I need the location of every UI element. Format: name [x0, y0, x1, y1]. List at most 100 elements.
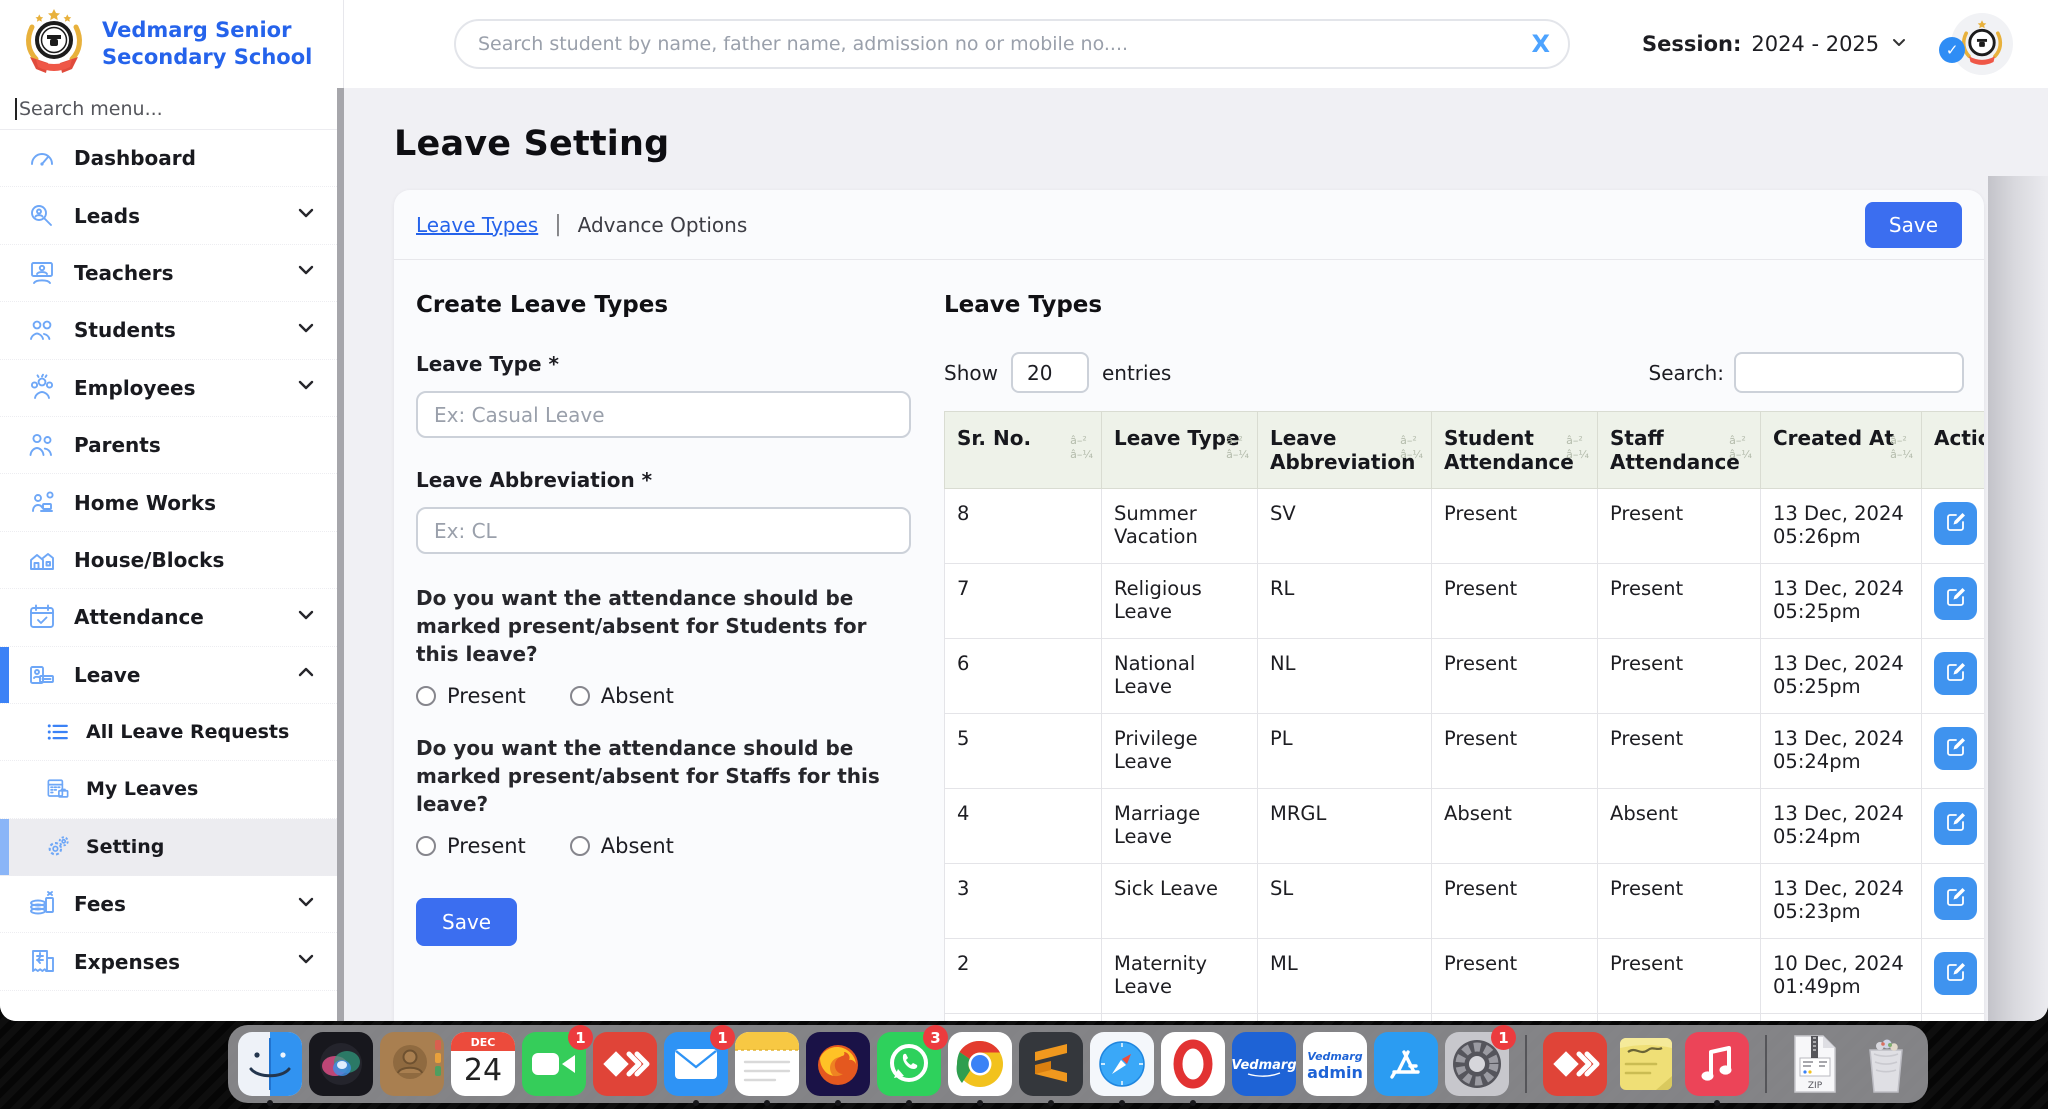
edit-button[interactable]: [1934, 802, 1977, 845]
sidebar-item-my-leaves[interactable]: My Leaves: [0, 761, 337, 818]
edit-button[interactable]: [1934, 502, 1977, 545]
dock-vedmarg-icon[interactable]: Vedmarg: [1232, 1032, 1296, 1096]
menu-search-input[interactable]: [19, 98, 322, 120]
sidebar-item-home-works[interactable]: Home Works: [0, 474, 337, 531]
dock-siri-icon[interactable]: [309, 1032, 373, 1096]
absent-label: Absent: [601, 684, 674, 708]
edit-button[interactable]: [1934, 952, 1977, 995]
dock-finder-icon[interactable]: [238, 1032, 302, 1096]
tab-advance-options[interactable]: Advance Options: [578, 213, 748, 237]
session-selector[interactable]: Session: 2024 - 2025: [1642, 32, 1909, 57]
edit-button[interactable]: [1934, 577, 1977, 620]
brand-area[interactable]: Vedmarg Senior Secondary School: [0, 0, 344, 88]
notification-badge: 1: [568, 1025, 593, 1050]
dock-chrome-icon[interactable]: [948, 1032, 1012, 1096]
dock-contacts-icon[interactable]: [380, 1032, 444, 1096]
students-absent-radio[interactable]: Absent: [570, 684, 674, 708]
column-header-staff-attendance[interactable]: Staff Attendanceâ–² â–¼: [1598, 412, 1761, 489]
chevron-down-icon[interactable]: [295, 374, 317, 401]
chevron-down-icon[interactable]: [295, 259, 317, 286]
student-search-bar[interactable]: X: [454, 19, 1570, 69]
sidebar-item-parents[interactable]: Parents: [0, 417, 337, 474]
tab-leave-types[interactable]: Leave Types: [416, 213, 538, 237]
sidebar-item-house-blocks[interactable]: House/Blocks: [0, 532, 337, 589]
dock-system-settings-icon[interactable]: 1: [1445, 1032, 1509, 1096]
dock-whatsapp-icon[interactable]: 3: [877, 1032, 941, 1096]
radio-circle-icon[interactable]: [570, 836, 590, 856]
sort-icon[interactable]: â–² â–¼: [1226, 434, 1249, 462]
chevron-up-icon[interactable]: [295, 661, 317, 688]
dock-red-utility-2-icon[interactable]: [1543, 1032, 1607, 1096]
sidebar-item-leads[interactable]: Leads: [0, 187, 337, 244]
dock-sublime-text-icon[interactable]: [1019, 1032, 1083, 1096]
column-header-student-attendance[interactable]: Student Attendanceâ–² â–¼: [1432, 412, 1598, 489]
dock-red-utility-icon[interactable]: [593, 1032, 657, 1096]
dock-safari-icon[interactable]: [1090, 1032, 1154, 1096]
dock-music-icon[interactable]: [1685, 1032, 1749, 1096]
dock-mail-icon[interactable]: 1: [664, 1032, 728, 1096]
save-button[interactable]: Save: [1865, 202, 1962, 248]
students-present-radio[interactable]: Present: [416, 684, 526, 708]
column-header-leave-type[interactable]: Leave Typeâ–² â–¼: [1102, 412, 1258, 489]
column-header-leave-abbreviation[interactable]: Leave Abbreviationâ–² â–¼: [1258, 412, 1432, 489]
scrollbar-thumb[interactable]: [337, 88, 344, 1021]
column-header-action[interactable]: Action: [1922, 412, 1985, 489]
chevron-down-icon[interactable]: [295, 202, 317, 229]
edit-button[interactable]: [1934, 877, 1977, 920]
sidebar-item-all-leave-requests[interactable]: All Leave Requests: [0, 704, 337, 761]
sidebar-item-dashboard[interactable]: Dashboard: [0, 130, 337, 187]
column-header-created-at[interactable]: Created Atâ–² â–¼: [1761, 412, 1922, 489]
edit-pencil-icon: [1944, 810, 1968, 837]
sidebar-item-setting[interactable]: Setting: [0, 819, 337, 876]
menu-search[interactable]: [0, 88, 337, 130]
sidebar-item-teachers[interactable]: Teachers: [0, 245, 337, 302]
radio-circle-icon[interactable]: [416, 836, 436, 856]
chevron-down-icon[interactable]: [295, 891, 317, 918]
sidebar-scrollbar[interactable]: [337, 88, 344, 1021]
staffs-attendance-question: Do you want the attendance should be mar…: [416, 734, 911, 818]
svg-text:ZIP: ZIP: [1808, 1081, 1823, 1091]
dock-stickies-icon[interactable]: [1614, 1032, 1678, 1096]
sort-icon[interactable]: â–² â–¼: [1890, 434, 1913, 462]
edit-button[interactable]: [1934, 727, 1977, 770]
chevron-down-icon[interactable]: [295, 604, 317, 631]
sidebar-item-fees[interactable]: Fees: [0, 876, 337, 933]
sort-icon[interactable]: â–² â–¼: [1729, 434, 1752, 462]
sidebar-item-attendance[interactable]: Attendance: [0, 589, 337, 646]
dock-opera-icon[interactable]: [1161, 1032, 1225, 1096]
dock-trash-icon[interactable]: [1854, 1032, 1918, 1096]
dock-calendar-icon[interactable]: DEC24: [451, 1032, 515, 1096]
page-scrollbar-area[interactable]: [1988, 176, 2048, 1021]
table-header: Sr. No.â–² â–¼Leave Typeâ–² â–¼Leave Abb…: [945, 412, 1985, 489]
form-save-button[interactable]: Save: [416, 898, 517, 946]
sort-icon[interactable]: â–² â–¼: [1566, 434, 1589, 462]
dock-firefox-icon[interactable]: [806, 1032, 870, 1096]
sidebar-item-employees[interactable]: Employees: [0, 360, 337, 417]
clear-search-icon[interactable]: X: [1531, 32, 1550, 56]
radio-circle-icon[interactable]: [570, 686, 590, 706]
sidebar-item-expenses[interactable]: Expenses: [0, 933, 337, 990]
leave-type-input[interactable]: [416, 391, 911, 438]
user-avatar[interactable]: ✓: [1951, 13, 2013, 75]
staffs-present-radio[interactable]: Present: [416, 834, 526, 858]
radio-circle-icon[interactable]: [416, 686, 436, 706]
sort-icon[interactable]: â–² â–¼: [1400, 434, 1423, 462]
column-header-sr-no-[interactable]: Sr. No.â–² â–¼: [945, 412, 1102, 489]
dock-notes-icon[interactable]: [735, 1032, 799, 1096]
page-size-select[interactable]: 20: [1011, 352, 1089, 393]
sidebar-item-label: Leads: [74, 204, 140, 228]
dock-facetime-icon[interactable]: 1: [522, 1032, 586, 1096]
dock-vedmarg-admin-icon[interactable]: Vedmargadmin: [1303, 1032, 1367, 1096]
leave-abbreviation-input[interactable]: [416, 507, 911, 554]
chevron-down-icon[interactable]: [295, 948, 317, 975]
sidebar-item-leave[interactable]: Leave: [0, 647, 337, 704]
chevron-down-icon[interactable]: [295, 317, 317, 344]
sort-icon[interactable]: â–² â–¼: [1070, 434, 1093, 462]
edit-button[interactable]: [1934, 652, 1977, 695]
staffs-absent-radio[interactable]: Absent: [570, 834, 674, 858]
sidebar-item-students[interactable]: Students: [0, 302, 337, 359]
student-search-input[interactable]: [478, 33, 1531, 55]
dock-app-store-icon[interactable]: [1374, 1032, 1438, 1096]
table-search-input[interactable]: [1734, 352, 1964, 393]
dock-zip-document-icon[interactable]: ZIP: [1783, 1032, 1847, 1096]
